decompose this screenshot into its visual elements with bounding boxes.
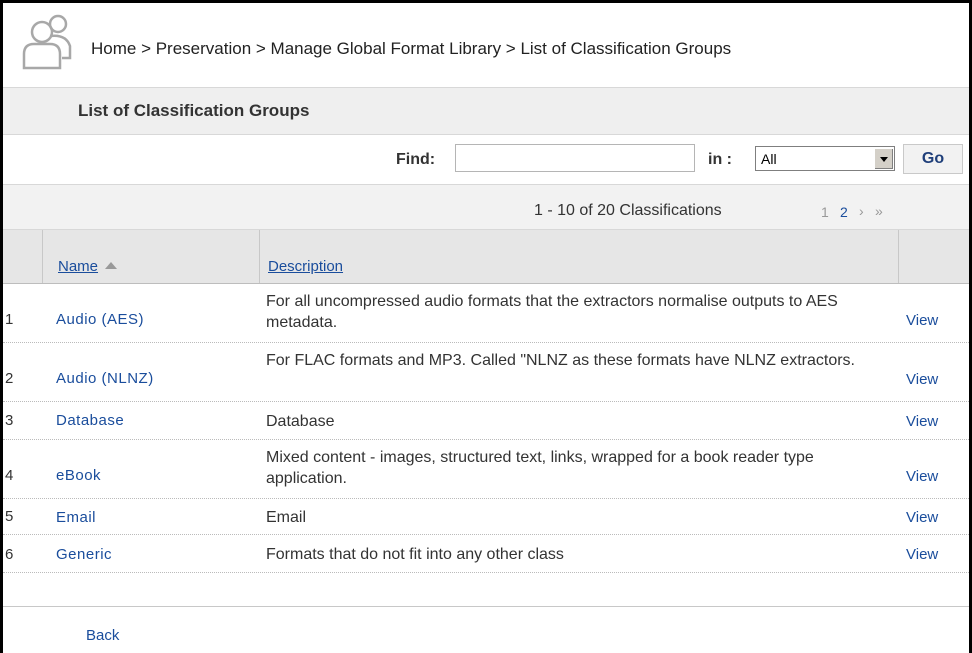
pagination-bar: 1 - 10 of 20 Classifications 1 2 › » [3, 185, 969, 230]
classification-description: Mixed content - images, structured text,… [266, 449, 814, 487]
search-bar: Find: in : All Go [3, 135, 969, 185]
table-row: 6 Generic Formats that do not fit into a… [3, 535, 969, 573]
table-header: Name Description [3, 230, 969, 284]
table-row: 2 Audio (NLNZ) For FLAC formats and MP3.… [3, 343, 969, 402]
go-button[interactable]: Go [903, 144, 963, 174]
breadcrumb-bar: Home > Preservation > Manage Global Form… [3, 3, 969, 87]
sort-ascending-icon[interactable] [105, 262, 117, 269]
chevron-down-icon[interactable] [874, 148, 893, 169]
column-divider [898, 230, 899, 283]
name-column-header[interactable]: Name [58, 258, 98, 275]
classification-name-link[interactable]: eBook [56, 467, 101, 484]
column-divider [259, 230, 260, 283]
back-link[interactable]: Back [86, 627, 119, 644]
classification-description: Database [266, 413, 335, 430]
table-row: 1 Audio (AES) For all uncompressed audio… [3, 284, 969, 343]
search-input[interactable] [455, 144, 695, 172]
next-page-icon: › [859, 203, 864, 219]
classification-description: For FLAC formats and MP3. Called "NLNZ a… [266, 352, 855, 369]
classification-description: For all uncompressed audio formats that … [266, 293, 838, 331]
row-number: 2 [5, 370, 14, 387]
classification-description: Email [266, 509, 307, 526]
view-link[interactable]: View [906, 413, 938, 430]
page-2-link[interactable]: 2 [840, 204, 848, 220]
row-number: 1 [5, 311, 14, 328]
table-row: 4 eBook Mixed content - images, structur… [3, 440, 969, 499]
row-number: 4 [5, 467, 14, 484]
users-icon [22, 14, 72, 70]
breadcrumb: Home > Preservation > Manage Global Form… [91, 39, 732, 58]
classification-name-link[interactable]: Database [56, 412, 124, 429]
scope-select[interactable]: All [755, 146, 895, 171]
scope-select-value: All [761, 151, 777, 167]
in-label: in : [708, 151, 732, 168]
row-number: 5 [5, 508, 14, 525]
view-link[interactable]: View [906, 371, 938, 388]
row-number: 3 [5, 412, 14, 429]
view-link[interactable]: View [906, 312, 938, 329]
description-column-header[interactable]: Description [268, 258, 343, 275]
page-1-current: 1 [821, 204, 829, 220]
page-title: List of Classification Groups [78, 101, 310, 120]
classification-name-link[interactable]: Email [56, 509, 96, 526]
title-bar: List of Classification Groups [3, 87, 969, 135]
classification-name-link[interactable]: Generic [56, 546, 112, 563]
last-page-icon: » [875, 203, 883, 219]
classification-name-link[interactable]: Audio (NLNZ) [56, 370, 154, 387]
classification-name-link[interactable]: Audio (AES) [56, 311, 144, 328]
find-label: Find: [396, 151, 436, 168]
pagination-summary: 1 - 10 of 20 Classifications [534, 202, 722, 219]
classification-description: Formats that do not fit into any other c… [266, 546, 564, 563]
row-number: 6 [5, 546, 14, 563]
view-link[interactable]: View [906, 468, 938, 485]
view-link[interactable]: View [906, 509, 938, 526]
column-divider [42, 230, 43, 283]
table-footer-divider [3, 606, 969, 607]
view-link[interactable]: View [906, 546, 938, 563]
table-row: 3 Database Database View [3, 402, 969, 440]
table-row: 5 Email Email View [3, 499, 969, 535]
